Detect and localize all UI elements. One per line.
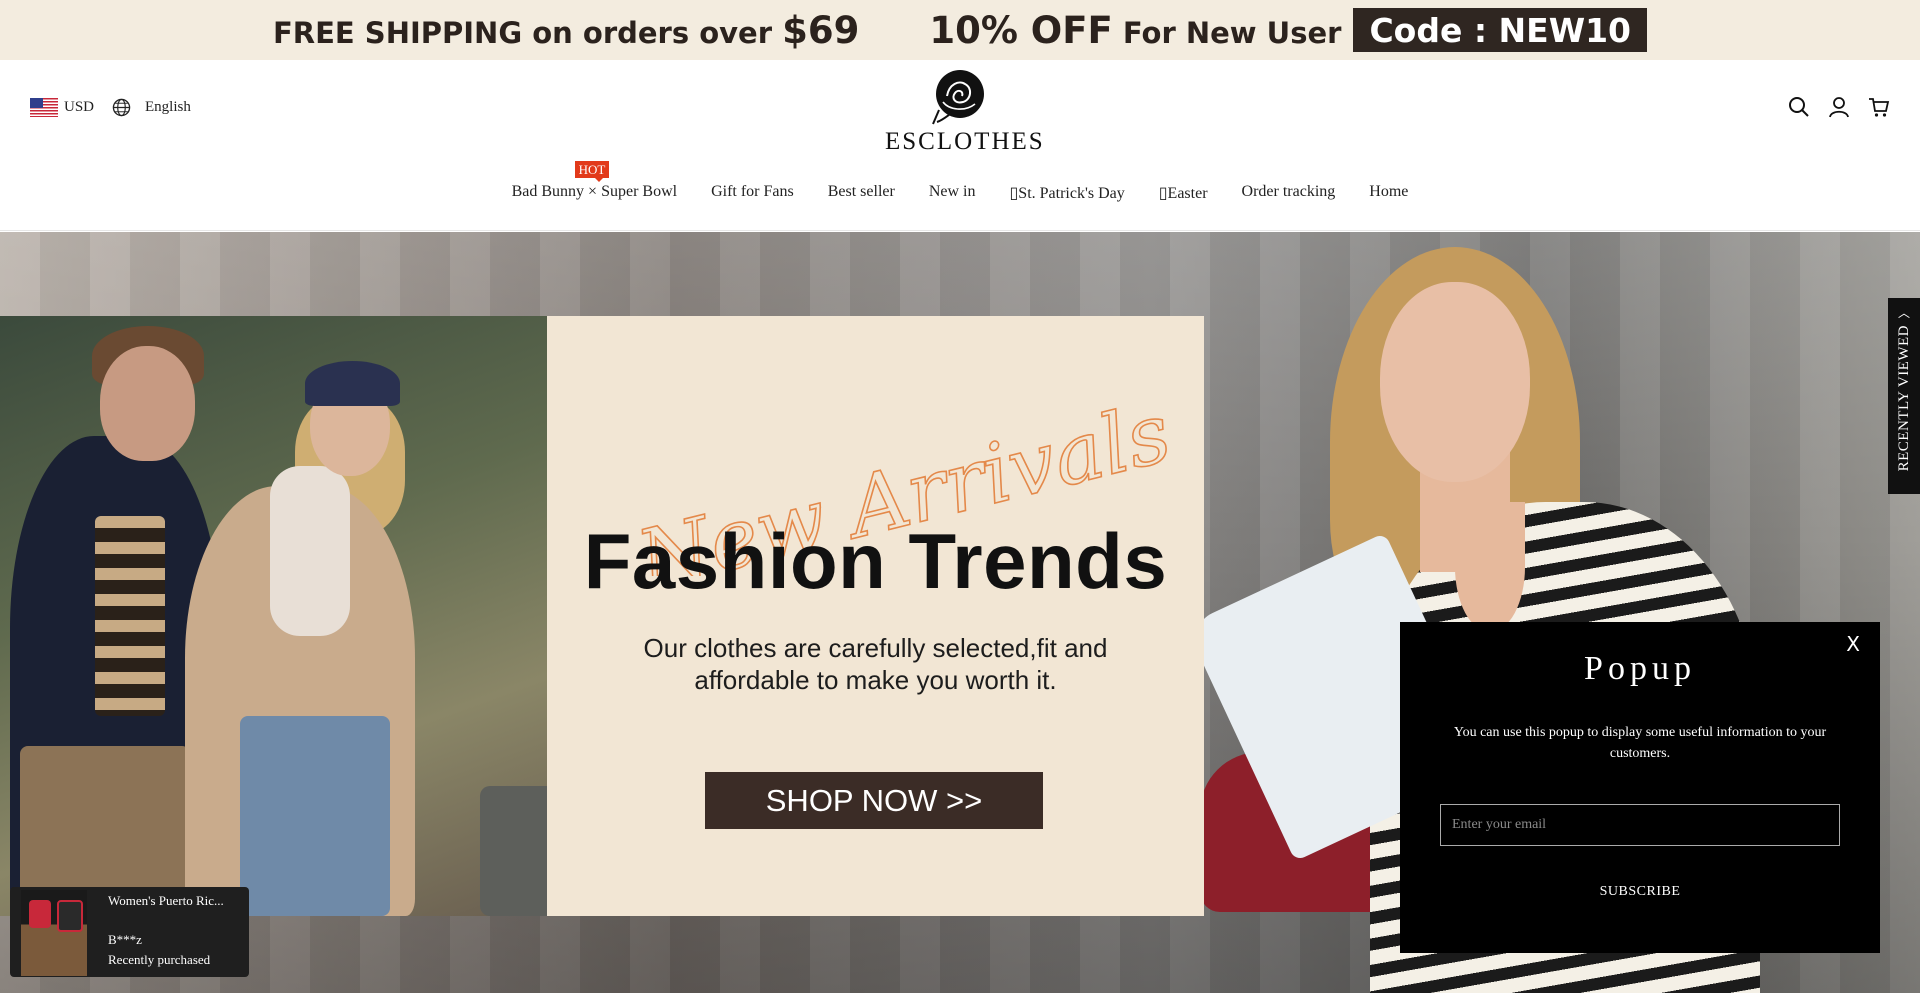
nav-item-new-in[interactable]: New in [929, 183, 976, 203]
chevron-up-icon: ︿ [1897, 306, 1910, 320]
model-collar [1455, 502, 1525, 632]
shamrock-icon: ▯ [1009, 185, 1019, 202]
nav-item-home[interactable]: Home [1369, 183, 1408, 203]
nav-item-best-seller[interactable]: Best seller [828, 183, 895, 203]
account-icon[interactable] [1828, 96, 1850, 118]
email-field[interactable] [1440, 804, 1840, 846]
recent-purchase-toast[interactable]: Women's Puerto Ric... B***z Recently pur… [10, 887, 249, 977]
globe-icon [112, 98, 131, 117]
toast-status: Recently purchased [108, 952, 211, 967]
brand-logo[interactable]: ESCLOTHES [885, 66, 1045, 156]
toast-product-name: Women's Puerto Ric... [108, 893, 224, 908]
cart-icon[interactable] [1868, 96, 1890, 118]
rose-logo-icon [932, 70, 984, 125]
nav-item-gift-for-fans[interactable]: Gift for Fans [711, 183, 794, 203]
header-icons [1788, 96, 1890, 118]
shop-now-button[interactable]: SHOP NOW >> [705, 772, 1043, 829]
locale-selector[interactable]: USD English [30, 98, 191, 117]
newsletter-popup: X Popup You can use this popup to displa… [1400, 622, 1880, 953]
recently-viewed-tab[interactable]: ︿ RECENTLY VIEWED [1888, 298, 1920, 494]
subscribe-button[interactable]: SUBSCRIBE [1400, 884, 1880, 900]
product-thumbnail [21, 890, 87, 976]
announcement-bar: FREE SHIPPING on orders over $69 10% OFF… [0, 0, 1920, 60]
nav-item-order-tracking[interactable]: Order tracking [1242, 183, 1336, 203]
site-header: USD English ESCLOTHES HOT Bad Bunny × Su… [0, 60, 1920, 231]
brand-name: ESCLOTHES [885, 128, 1045, 155]
nav-item-st-patricks-day[interactable]: ▯St. Patrick's Day [1009, 183, 1124, 203]
free-shipping-text: FREE SHIPPING on orders over $69 [272, 8, 860, 52]
easter-icon: ▯ [1158, 185, 1168, 202]
main-nav: HOT Bad Bunny × Super Bowl Gift for Fans… [0, 161, 1920, 203]
nav-item-easter[interactable]: ▯Easter [1159, 183, 1208, 203]
currency-selector[interactable]: USD [64, 99, 94, 116]
couple-photo [0, 316, 547, 916]
promo-box: New Arrivals Fashion Trends Our clothes … [547, 316, 1204, 916]
toast-buyer: B***z [108, 932, 142, 947]
hero-title: Fashion Trends [583, 517, 1168, 605]
search-icon[interactable] [1788, 96, 1810, 118]
hero-subtitle: Our clothes are carefully selected,fit a… [643, 633, 1108, 695]
language-selector[interactable]: English [145, 99, 191, 116]
nav-item-bad-bunny[interactable]: HOT Bad Bunny × Super Bowl [512, 161, 677, 203]
us-flag-icon [30, 98, 58, 117]
popup-title: Popup [1584, 650, 1696, 687]
model-face [1380, 282, 1530, 482]
popup-description: You can use this popup to display some u… [1453, 725, 1827, 761]
hot-badge: HOT [574, 161, 610, 182]
discount-code-badge: Code : NEW10 [1353, 8, 1648, 52]
discount-text: 10% OFF For New User [929, 8, 1342, 52]
